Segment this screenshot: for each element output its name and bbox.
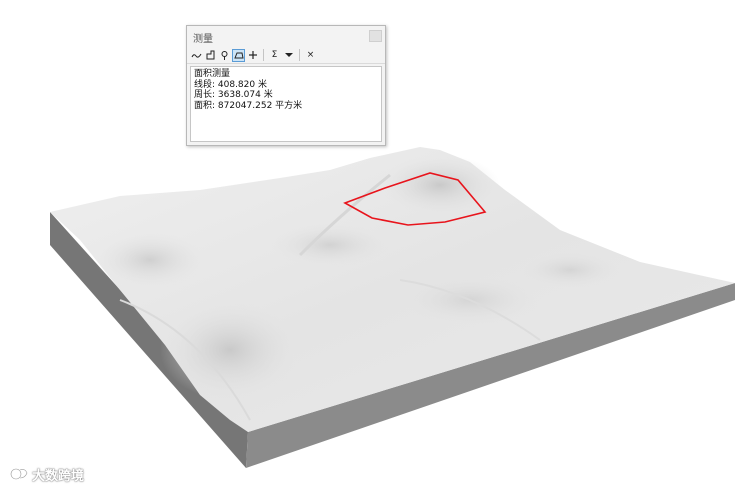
watermark-text: 大数跨境 (32, 468, 85, 484)
watermark-logo-icon (10, 468, 29, 480)
point-measure-icon[interactable] (246, 49, 259, 62)
measure-toolbar: Σ × (187, 47, 385, 64)
area-value: 面积: 872047.252 平方米 (194, 100, 303, 111)
hill-shading (380, 155, 500, 215)
hill-shading (95, 232, 205, 288)
measure-results-panel: 面积测量 线段: 408.820 米 周长: 3638.074 米 面积: 87… (190, 66, 382, 142)
results-heading: 面积测量 (194, 69, 231, 79)
window-title: 测量 (193, 34, 213, 45)
hill-shading (520, 252, 620, 288)
toolbar-separator (299, 49, 300, 61)
window-titlebar[interactable]: 测量 (187, 26, 385, 47)
polygon-measure-icon[interactable] (232, 48, 245, 62)
area-measure-icon[interactable] (204, 49, 217, 62)
sum-icon[interactable]: Σ (268, 49, 281, 62)
toolbar-separator (263, 49, 264, 61)
hill-shading (160, 300, 300, 400)
watermark: 大数跨境 (9, 465, 85, 484)
segment-length: 线段: 408.820 米 (194, 79, 267, 90)
measure-window[interactable]: 测量 Σ × 面积测量 线段: 408.820 米 周长: 3638.074 米… (186, 25, 386, 146)
window-close-button[interactable] (369, 30, 382, 42)
clear-icon[interactable]: × (304, 49, 317, 62)
dropdown-icon[interactable] (282, 49, 295, 62)
line-measure-icon[interactable] (190, 49, 203, 62)
hill-shading (270, 223, 390, 267)
perimeter-value: 周长: 3638.074 米 (194, 90, 273, 100)
feature-measure-icon[interactable] (218, 49, 231, 62)
